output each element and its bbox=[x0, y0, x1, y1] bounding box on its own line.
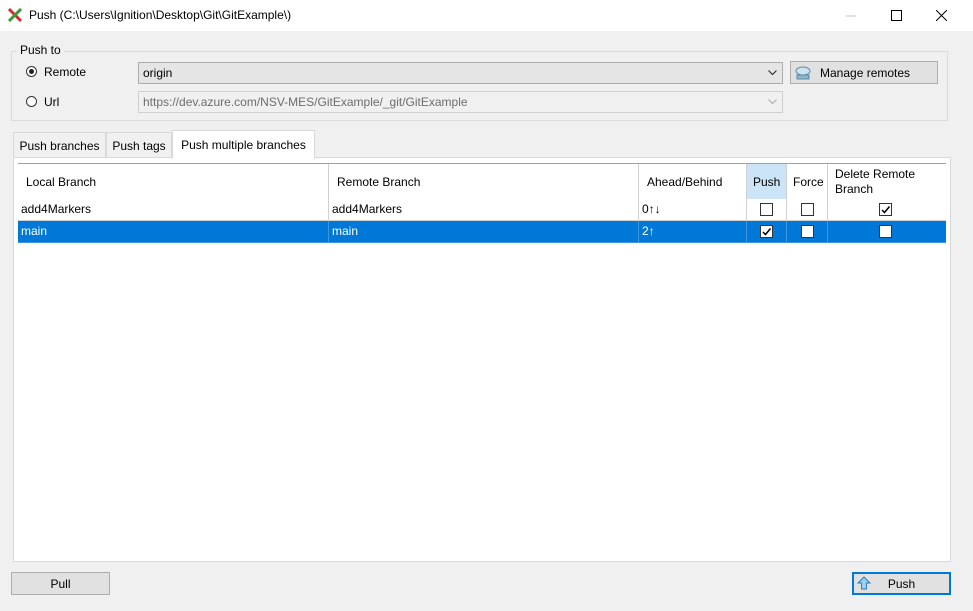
push-button-label: Push bbox=[887, 576, 916, 591]
tab-push-branches[interactable]: Push branches bbox=[13, 132, 106, 159]
delete-remote-checkbox[interactable] bbox=[879, 225, 892, 238]
ahead-behind-cell: 2↑ bbox=[639, 221, 747, 243]
maximize-button[interactable] bbox=[873, 0, 919, 31]
minimize-icon bbox=[846, 15, 856, 16]
manage-remotes-label: Manage remotes bbox=[820, 65, 911, 80]
push-checkbox[interactable] bbox=[760, 225, 773, 238]
local-branch-cell: main bbox=[18, 221, 329, 243]
local-branch-cell: add4Markers bbox=[18, 199, 329, 221]
remote-radio-label[interactable]: Remote bbox=[44, 65, 86, 79]
chevron-down-icon bbox=[766, 92, 778, 112]
column-header-force[interactable]: Force bbox=[787, 164, 828, 199]
checkmark-icon bbox=[881, 206, 891, 214]
title-bar: Push (C:\Users\Ignition\Desktop\Git\GitE… bbox=[0, 0, 973, 31]
minimize-button[interactable] bbox=[828, 0, 874, 31]
force-cell bbox=[787, 199, 828, 221]
force-checkbox[interactable] bbox=[801, 225, 814, 238]
column-header-local-branch[interactable]: Local Branch bbox=[18, 164, 329, 199]
url-radio[interactable] bbox=[26, 96, 37, 107]
delete-remote-checkbox[interactable] bbox=[879, 203, 892, 216]
column-header-ahead-behind[interactable]: Ahead/Behind bbox=[639, 164, 747, 199]
maximize-icon bbox=[890, 10, 902, 21]
close-button[interactable] bbox=[918, 0, 964, 31]
remote-branch-cell: add4Markers bbox=[329, 199, 639, 221]
close-icon bbox=[935, 10, 947, 21]
push-cell bbox=[747, 221, 787, 243]
push-checkbox[interactable] bbox=[760, 203, 773, 216]
column-header-delete-remote-branch[interactable]: Delete Remote Branch bbox=[828, 164, 946, 199]
delete-remote-cell bbox=[828, 199, 946, 221]
remotes-icon bbox=[795, 66, 811, 79]
remote-branch-cell: main bbox=[329, 221, 639, 243]
ahead-behind-cell: 0↑↓ bbox=[639, 199, 747, 221]
column-header-remote-branch[interactable]: Remote Branch bbox=[329, 164, 639, 199]
table-row[interactable]: main main 2↑ bbox=[18, 221, 946, 243]
arrow-up-icon bbox=[857, 576, 871, 590]
table-row[interactable]: add4Markers add4Markers 0↑↓ bbox=[18, 199, 946, 221]
remote-radio[interactable] bbox=[26, 66, 37, 77]
window-title: Push (C:\Users\Ignition\Desktop\Git\GitE… bbox=[29, 8, 292, 22]
push-cell bbox=[747, 199, 787, 221]
tab-push-tags[interactable]: Push tags bbox=[106, 132, 172, 159]
remote-select[interactable]: origin bbox=[138, 62, 783, 84]
manage-remotes-button[interactable]: Manage remotes bbox=[790, 61, 938, 84]
force-cell bbox=[787, 221, 828, 243]
remote-select-value: origin bbox=[143, 66, 173, 80]
url-radio-label[interactable]: Url bbox=[44, 95, 59, 109]
force-checkbox[interactable] bbox=[801, 203, 814, 216]
delete-remote-cell bbox=[828, 221, 946, 243]
push-button[interactable]: Push bbox=[852, 572, 951, 595]
url-input-value: https://dev.azure.com/NSV-MES/GitExample… bbox=[143, 95, 468, 109]
checkmark-icon bbox=[762, 228, 772, 236]
push-to-label: Push to bbox=[17, 43, 64, 57]
grid-header: Local Branch Remote Branch Ahead/Behind … bbox=[18, 163, 946, 199]
pull-button[interactable]: Pull bbox=[11, 572, 110, 595]
chevron-down-icon bbox=[766, 63, 778, 83]
column-header-push[interactable]: Push bbox=[747, 164, 787, 199]
tab-push-multiple-branches[interactable]: Push multiple branches bbox=[172, 130, 315, 159]
url-input[interactable]: https://dev.azure.com/NSV-MES/GitExample… bbox=[138, 91, 783, 113]
git-extensions-logo-icon bbox=[8, 8, 22, 22]
